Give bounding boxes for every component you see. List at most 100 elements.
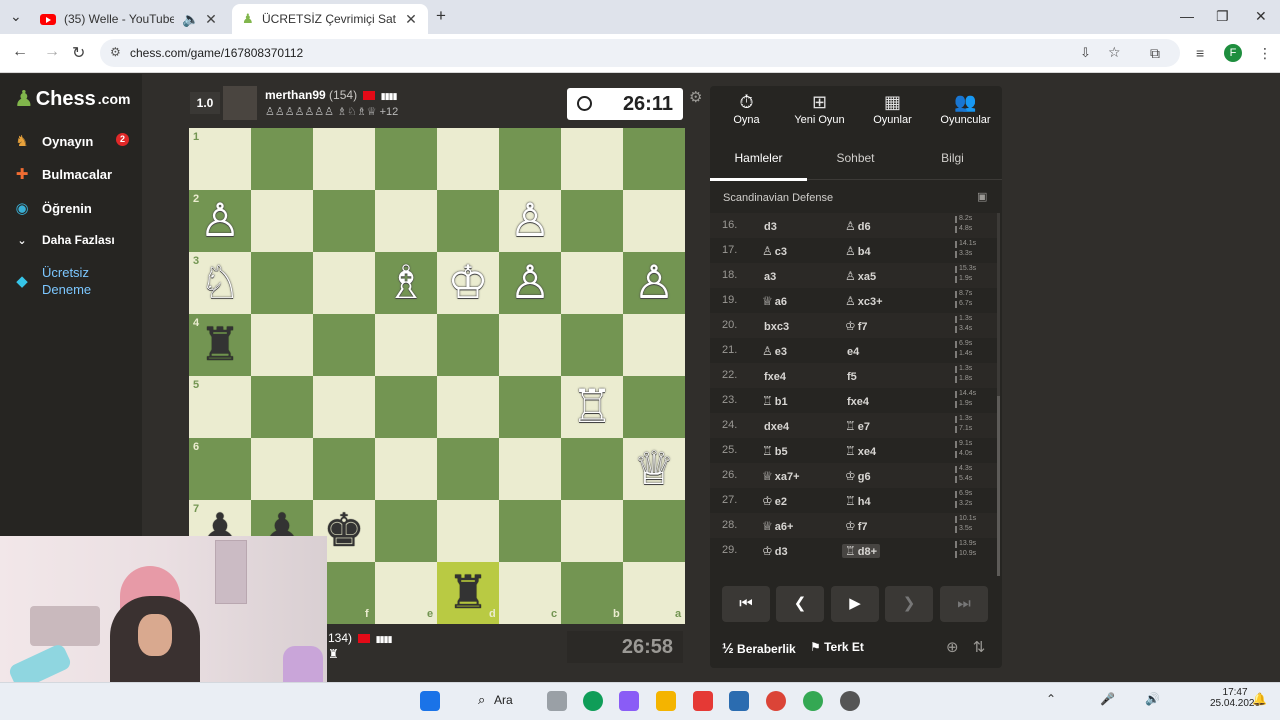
white-move[interactable]: ♙ c3 (762, 244, 787, 258)
black-move[interactable]: ♙ b4 (845, 244, 871, 258)
board-square[interactable] (251, 128, 313, 190)
board-square[interactable] (251, 252, 313, 314)
black-move[interactable]: ♔ f7 (845, 519, 868, 533)
sidebar-item-free-trial[interactable]: ◆ Ücretsiz Deneme (14, 264, 102, 298)
new-tab-icon[interactable]: + (436, 6, 446, 26)
black-move[interactable]: e4 (845, 344, 859, 358)
board-square[interactable] (251, 314, 313, 376)
black-move[interactable]: f5 (845, 369, 857, 383)
board-square[interactable] (313, 376, 375, 438)
board-square[interactable] (313, 190, 375, 252)
file-explorer-icon[interactable] (656, 691, 676, 711)
black-move[interactable]: fxe4 (845, 394, 869, 408)
board-square[interactable] (437, 500, 499, 562)
minimize-icon[interactable]: — (1180, 8, 1194, 24)
address-bar[interactable]: ⚙ chess.com/game/167808370112 ⇩ ☆ (100, 39, 1180, 67)
tab-players[interactable]: 👥 Oyuncular (929, 86, 1002, 126)
board-square[interactable] (499, 314, 561, 376)
board-square[interactable] (623, 128, 685, 190)
board-settings-gear-icon[interactable]: ⚙ (689, 88, 702, 106)
white-king-icon[interactable]: ♔ (437, 252, 499, 314)
close-tab-icon[interactable]: ✕ (204, 11, 218, 28)
subtab-moves[interactable]: Hamleler (710, 151, 807, 165)
store-icon[interactable] (729, 691, 749, 711)
site-info-icon[interactable]: ⚙ (110, 45, 121, 59)
volume-icon[interactable]: 🔊 (1145, 692, 1160, 706)
sidebar-item-more[interactable]: ⌄ Daha Fazlası (14, 233, 114, 247)
white-rook-icon[interactable]: ♖ (561, 376, 623, 438)
board-square[interactable] (251, 376, 313, 438)
black-move[interactable]: ♔ g6 (845, 469, 871, 483)
white-move[interactable]: ♔ d3 (762, 544, 788, 558)
black-move[interactable]: ♖ e7 (845, 419, 870, 433)
opening-explorer-icon[interactable]: ▣ (977, 190, 987, 203)
board-square[interactable] (375, 376, 437, 438)
maximize-icon[interactable]: ❐ (1216, 8, 1229, 25)
white-move[interactable]: dxe4 (762, 419, 789, 433)
white-move[interactable]: d3 (762, 219, 777, 233)
black-rook-icon[interactable]: ♜ (189, 314, 251, 376)
tab-games[interactable]: ▦ Oyunlar (856, 86, 929, 126)
white-move[interactable]: ♕ a6+ (762, 519, 793, 533)
black-move[interactable]: ♖ h4 (845, 494, 871, 508)
task-view-icon[interactable] (547, 691, 567, 711)
chrome-icon[interactable] (766, 691, 786, 711)
scrollbar-thumb[interactable] (997, 396, 1000, 576)
draw-button[interactable]: ½ Beraberlik (722, 640, 796, 656)
tab-new-game[interactable]: ⊞ Yeni Oyun (783, 86, 856, 126)
move-list[interactable]: 16. d3 ♙ d6 8.2s 4.8s 17. ♙ c3 ♙ b4 14.1s 3.3s 18. a3 ♙… (710, 213, 1002, 575)
obs-icon[interactable] (840, 691, 860, 711)
media-icon[interactable]: ≡ (1196, 45, 1204, 61)
tab-play[interactable]: ⏱ Oyna (710, 86, 783, 126)
notification-icon[interactable]: 🔔 (1252, 692, 1267, 706)
search-icon[interactable]: ⌕ (478, 692, 485, 708)
board-square[interactable] (561, 252, 623, 314)
black-move[interactable]: ♙ xc3+ (845, 294, 883, 308)
forward-icon[interactable]: → (44, 43, 60, 61)
board-square[interactable] (251, 190, 313, 252)
install-icon[interactable]: ⇩ (1080, 45, 1091, 61)
previous-move-button[interactable]: ❮ (776, 586, 824, 622)
board-square[interactable] (561, 190, 623, 252)
board-square[interactable] (499, 438, 561, 500)
board-square[interactable] (561, 500, 623, 562)
board-square[interactable] (375, 438, 437, 500)
board-square[interactable] (375, 190, 437, 252)
subtab-info[interactable]: Bilgi (904, 151, 1001, 165)
sidebar-item-puzzles[interactable]: ✚ Bulmacalar (14, 165, 112, 183)
copilot-icon[interactable] (619, 691, 639, 711)
white-move[interactable]: ♕ xa7+ (762, 469, 800, 483)
board-square[interactable] (375, 128, 437, 190)
white-knight-icon[interactable]: ♘ (189, 252, 251, 314)
next-move-button[interactable]: ❯ (885, 586, 933, 622)
white-pawn-icon[interactable]: ♙ (499, 252, 561, 314)
board-square[interactable] (437, 314, 499, 376)
chess-com-logo[interactable]: ♟ Chess .com (14, 86, 130, 112)
black-rook-icon[interactable]: ♜ (437, 562, 499, 624)
black-move[interactable]: ♔ f7 (845, 319, 868, 333)
play-button[interactable]: ▶ (831, 586, 879, 622)
add-board-icon[interactable]: ⊕ (946, 639, 959, 656)
board-square[interactable] (375, 500, 437, 562)
top-player-name[interactable]: merthan99 (265, 88, 326, 102)
white-move[interactable]: fxe4 (762, 369, 786, 383)
black-move[interactable]: ♖ d8+ (842, 544, 881, 558)
board-square[interactable] (623, 376, 685, 438)
profile-avatar[interactable]: F (1224, 44, 1242, 62)
white-bishop-icon[interactable]: ♗ (375, 252, 437, 314)
white-pawn-icon[interactable]: ♙ (189, 190, 251, 252)
edge-icon[interactable] (583, 691, 603, 711)
close-window-icon[interactable]: ✕ (1255, 8, 1267, 25)
board-square[interactable] (437, 190, 499, 252)
white-move[interactable]: ♖ b5 (762, 444, 788, 458)
board-square[interactable] (499, 376, 561, 438)
last-move-button[interactable]: ⏭ (940, 586, 988, 622)
board-square[interactable] (437, 128, 499, 190)
mic-icon[interactable]: 🎤 (1100, 692, 1115, 706)
board-square[interactable] (561, 314, 623, 376)
chrome-profile-icon[interactable] (803, 691, 823, 711)
board-square[interactable] (561, 128, 623, 190)
speaker-icon[interactable]: 🔈 (182, 11, 199, 28)
board-square[interactable] (499, 128, 561, 190)
white-pawn-icon[interactable]: ♙ (499, 190, 561, 252)
